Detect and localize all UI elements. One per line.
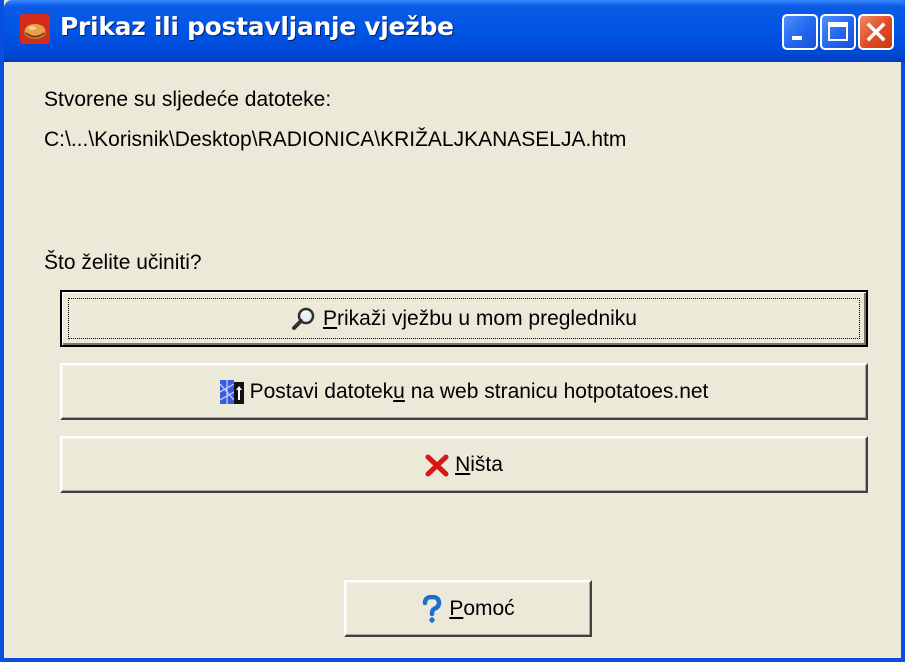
dialog-window: Prikaz ili postavljanje vježbe Stvorene … (0, 0, 905, 662)
minimize-icon (792, 36, 802, 40)
web-upload-icon (219, 379, 244, 404)
magnifier-icon (292, 307, 315, 330)
question-label: Što želite učiniti? (44, 251, 202, 274)
minimize-button[interactable] (782, 14, 818, 50)
help-button[interactable]: Pomoć (344, 580, 592, 637)
red-x-icon (425, 454, 449, 476)
hot-potatoes-app-icon (20, 14, 50, 44)
view-in-browser-button[interactable]: Prikaži vježbu u mom pregledniku (60, 290, 868, 347)
nothing-button[interactable]: Ništa (60, 436, 868, 493)
question-mark-icon (423, 594, 442, 623)
maximize-button[interactable] (820, 14, 856, 50)
close-icon (866, 22, 886, 42)
nothing-button-label: Ništa (455, 452, 503, 476)
title-bar[interactable]: Prikaz ili postavljanje vježbe (4, 0, 905, 62)
upload-button-label: Postavi datoteku na web stranicu hotpota… (249, 379, 709, 403)
created-files-label: Stvorene su sljedeće datoteke: (44, 88, 332, 111)
maximize-icon (828, 22, 848, 41)
window-title: Prikaz ili postavljanje vježbe (60, 12, 454, 41)
help-button-label: Pomoć (449, 596, 515, 620)
file-path-text: C:\...\Korisnik\Desktop\RADIONICA\KRIŽAL… (44, 128, 627, 151)
upload-to-web-button[interactable]: Postavi datoteku na web stranicu hotpota… (60, 363, 868, 420)
close-button[interactable] (858, 14, 894, 50)
view-button-label: Prikaži vježbu u mom pregledniku (323, 306, 637, 330)
